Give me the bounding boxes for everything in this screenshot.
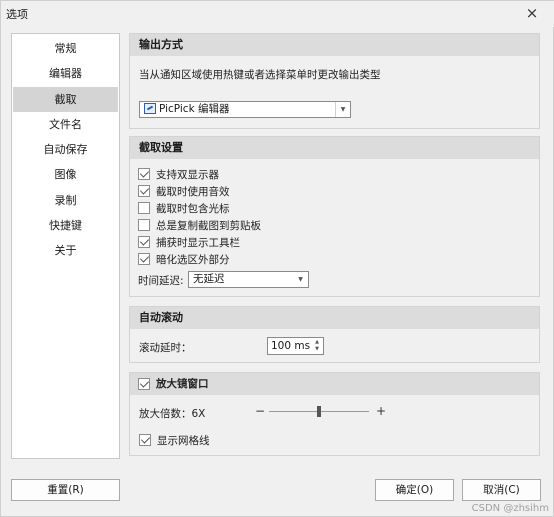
delay-label: 时间延迟:: [138, 275, 184, 287]
gridlines-checkbox[interactable]: [139, 434, 151, 446]
capture-heading: 截取设置: [130, 137, 539, 159]
zoom-label: 放大倍数：6X: [139, 408, 206, 420]
zoom-slider-thumb[interactable]: [317, 406, 321, 417]
zoom-minus-icon[interactable]: −: [255, 405, 265, 417]
cursor-option[interactable]: 截取时包含光标: [138, 200, 230, 216]
reset-button[interactable]: 重置(R): [11, 479, 120, 501]
toolbar-checkbox[interactable]: [138, 236, 150, 248]
picpick-editor-icon: [144, 103, 156, 114]
autoscroll-heading: 自动滚动: [130, 307, 539, 329]
options-dialog: 选项 × 常规 编辑器 截取 文件名 自动保存 图像 录制 快捷键 关于 输出方…: [0, 0, 554, 517]
magnifier-checkbox[interactable]: [138, 378, 150, 390]
category-sidebar: 常规 编辑器 截取 文件名 自动保存 图像 录制 快捷键 关于: [11, 33, 120, 459]
clipboard-label: 总是复制截图到剪贴板: [156, 219, 261, 232]
sidebar-item-record[interactable]: 录制: [13, 188, 118, 213]
dual-monitor-option[interactable]: 支持双显示器: [138, 166, 219, 182]
cursor-checkbox[interactable]: [138, 202, 150, 214]
scroll-delay-value: 100 ms: [271, 340, 311, 352]
magnifier-toggle[interactable]: 放大镜窗口: [138, 376, 209, 392]
spin-arrows-icon[interactable]: ▲ ▼: [313, 339, 321, 353]
sound-option[interactable]: 截取时使用音效: [138, 183, 230, 199]
window-title: 选项: [6, 8, 28, 21]
magnifier-panel: 放大镜窗口 放大倍数：6X − + 显示网格线: [129, 372, 540, 456]
output-description: 当从通知区域使用热键或者选择菜单时更改输出类型: [139, 69, 381, 81]
delay-select[interactable]: 无延迟 ▼: [188, 271, 309, 288]
clipboard-option[interactable]: 总是复制截图到剪贴板: [138, 217, 261, 233]
output-type-value: PicPick 编辑器: [159, 103, 230, 115]
sidebar-item-about[interactable]: 关于: [13, 238, 118, 263]
chevron-down-icon: ▼: [298, 276, 303, 283]
cancel-button[interactable]: 取消(C): [462, 479, 541, 501]
watermark: CSDN @zhsihm: [471, 503, 549, 514]
scroll-delay-label: 滚动延时：: [139, 342, 192, 354]
scroll-delay-stepper[interactable]: 100 ms ▲ ▼: [267, 337, 324, 355]
gridlines-label: 显示网格线: [157, 434, 210, 447]
gridlines-option[interactable]: 显示网格线: [139, 432, 210, 448]
cursor-label: 截取时包含光标: [156, 202, 230, 215]
delay-value: 无延迟: [193, 273, 225, 285]
autoscroll-panel: 自动滚动 滚动延时： 100 ms ▲ ▼: [129, 306, 540, 363]
zoom-plus-icon[interactable]: +: [376, 405, 386, 417]
magnifier-heading-row: 放大镜窗口: [130, 373, 539, 395]
sidebar-item-image[interactable]: 图像: [13, 162, 118, 187]
dim-outside-option[interactable]: 暗化选区外部分: [138, 251, 230, 267]
ok-button[interactable]: 确定(O): [375, 479, 454, 501]
sidebar-item-filename[interactable]: 文件名: [13, 112, 118, 137]
toolbar-option[interactable]: 捕获时显示工具栏: [138, 234, 240, 250]
output-panel: 输出方式 当从通知区域使用热键或者选择菜单时更改输出类型 PicPick 编辑器…: [129, 33, 540, 129]
sidebar-item-autosave[interactable]: 自动保存: [13, 137, 118, 162]
output-type-select[interactable]: PicPick 编辑器 ▼: [139, 101, 351, 118]
chevron-down-icon: ▼: [335, 102, 350, 117]
dual-monitor-label: 支持双显示器: [156, 168, 219, 181]
dim-outside-checkbox[interactable]: [138, 253, 150, 265]
dual-monitor-checkbox[interactable]: [138, 168, 150, 180]
dim-outside-label: 暗化选区外部分: [156, 253, 230, 266]
sound-checkbox[interactable]: [138, 185, 150, 197]
close-icon[interactable]: ×: [523, 4, 541, 22]
toolbar-label: 捕获时显示工具栏: [156, 236, 240, 249]
sidebar-item-capture[interactable]: 截取: [13, 86, 118, 112]
sidebar-item-editor[interactable]: 编辑器: [13, 61, 118, 86]
output-heading: 输出方式: [130, 34, 539, 56]
sidebar-item-general[interactable]: 常规: [13, 36, 118, 61]
title-bar: 选项 ×: [1, 1, 554, 27]
magnifier-heading: 放大镜窗口: [156, 378, 209, 390]
zoom-slider[interactable]: [269, 403, 369, 419]
sound-label: 截取时使用音效: [156, 185, 230, 198]
capture-panel: 截取设置 支持双显示器 截取时使用音效 截取时包含光标 总是复制截图到剪贴板 捕…: [129, 136, 540, 297]
sidebar-item-hotkeys[interactable]: 快捷键: [13, 213, 118, 238]
clipboard-checkbox[interactable]: [138, 219, 150, 231]
